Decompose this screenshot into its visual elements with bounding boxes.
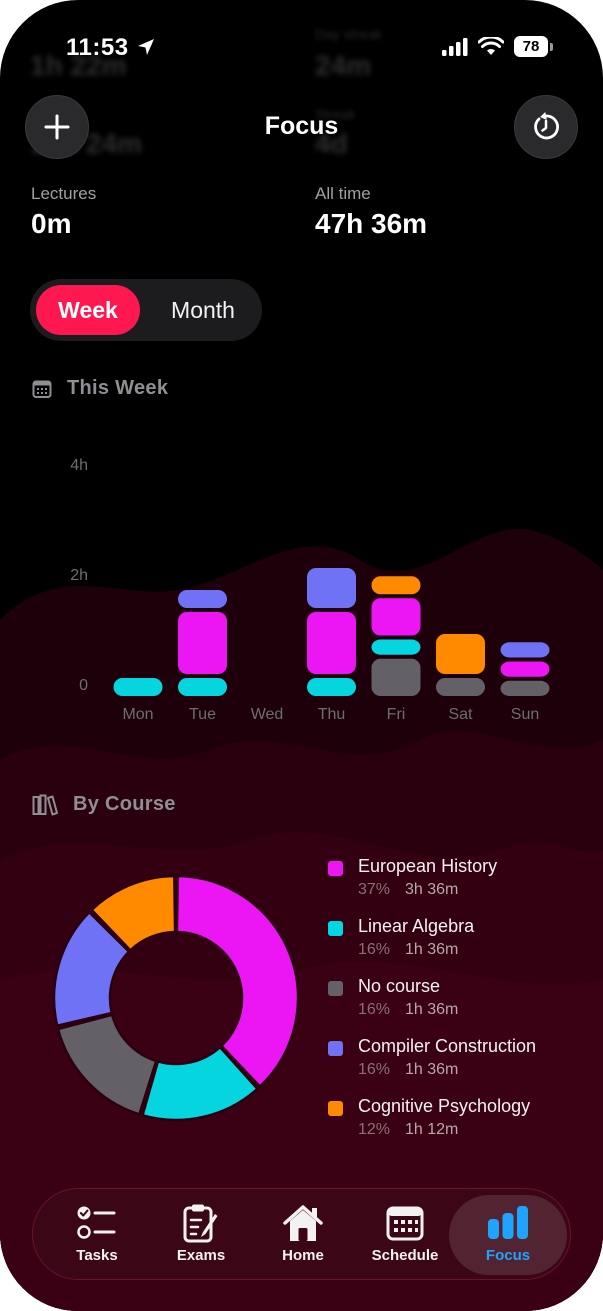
legend-duration: 1h 36m [405,1061,459,1078]
legend-swatch [328,1101,343,1116]
legend-item: Linear Algebra 16% 1h 36m [328,916,588,976]
bar-segment [500,680,550,696]
home-icon [283,1205,323,1241]
ghost-stat-value: 24m [315,50,372,81]
bar-segment [371,576,421,595]
legend-swatch [328,1041,343,1056]
segment-month[interactable]: Month [148,285,258,335]
legend-percent: 12% [358,1121,391,1138]
legend-course-name: Compiler Construction [358,1036,537,1056]
tab-exams[interactable]: Exams [149,1195,253,1275]
donut-slice [175,874,300,1088]
period-segmented-control: Week Month [30,279,262,341]
bar-segment [307,568,356,608]
course-legend: European History 37% 3h 36m Linear Algeb… [328,856,588,1156]
tasks-icon [77,1206,116,1239]
tab-label: Tasks [76,1247,118,1264]
page-title: Focus [264,112,339,140]
legend-duration: 1h 36m [405,1001,459,1018]
section-title-this-week: This Week [67,377,169,399]
segment-week[interactable]: Week [36,285,140,335]
stat-value-lectures: 0m [31,208,72,239]
legend-course-name: European History [358,856,498,876]
course-donut-chart [52,874,300,1122]
legend-percent: 16% [358,941,391,958]
schedule-icon [386,1206,424,1241]
donut-slice [56,1013,158,1116]
legend-item: No course 16% 1h 36m [328,976,588,1036]
legend-course-name: Cognitive Psychology [358,1096,531,1116]
x-tick-label: Tue [189,706,216,723]
legend-duration: 1h 12m [405,1121,459,1138]
status-time: 11:53 [66,34,129,61]
status-indicators: 78 [442,36,553,57]
legend-swatch [328,981,343,996]
bar-segment [307,678,356,696]
legend-percent: 16% [358,1061,391,1078]
x-tick-label: Wed [251,706,284,723]
tab-home[interactable]: Home [251,1195,355,1275]
bar-chart-icon [488,1206,528,1239]
bar-segment [436,634,485,674]
legend-course-name: No course [358,976,441,996]
focus-screen: 1h 22m Day streak 24m 10h 24m Streak 4d … [0,0,603,1311]
legend-course-name: Linear Algebra [358,916,475,936]
wifi-icon [478,37,504,55]
bar-segment [371,639,421,655]
tab-label: Home [282,1247,324,1264]
bar-segment [500,642,550,658]
x-tick-label: Sun [511,706,539,723]
y-tick-label: 2h [70,567,88,584]
location-arrow-icon [138,39,154,55]
cellular-signal-icon [442,37,468,56]
calendar-icon [32,380,52,398]
legend-item: European History 37% 3h 36m [328,856,588,916]
tab-focus[interactable]: Focus [449,1195,567,1275]
bar-segment [178,678,227,696]
legend-percent: 37% [358,881,391,898]
legend-item: Cognitive Psychology 12% 1h 12m [328,1096,588,1156]
bar-segment [113,678,163,696]
x-tick-label: Fri [387,706,406,723]
legend-percent: 16% [358,1001,391,1018]
tab-schedule[interactable]: Schedule [353,1195,457,1275]
tab-label: Focus [485,1247,531,1264]
bar-segment [178,612,227,674]
legend-swatch [328,921,343,936]
weekly-focus-chart: 4h 2h 0 Mon Tue Wed Thu Fri Sat Sun [70,457,550,723]
battery-level: 78 [514,36,548,57]
x-tick-label: Thu [318,706,346,723]
x-tick-label: Mon [122,706,153,723]
tab-label: Schedule [371,1247,439,1264]
legend-duration: 1h 36m [405,941,459,958]
ghost-stat-label: Day streak [315,26,382,42]
bar-segment [307,612,356,674]
reset-icon [534,112,559,140]
bar-segment [436,678,485,696]
section-title-by-course: By Course [73,793,176,815]
stat-label-all-time: All time [315,184,371,203]
battery-icon: 78 [514,36,553,57]
x-tick-label: Sat [448,706,473,723]
exam-clipboard-icon [183,1204,218,1243]
tab-tasks[interactable]: Tasks [45,1195,149,1275]
y-tick-label: 0 [79,677,88,694]
bar-segment [178,590,227,608]
bar-segment [371,658,421,696]
legend-swatch [328,861,343,876]
bar-segment [500,661,550,677]
stat-value-all-time: 47h 36m [315,208,428,239]
tab-label: Exams [176,1247,226,1264]
stat-label-lectures: Lectures [31,184,97,203]
books-icon [32,794,58,816]
legend-duration: 3h 36m [405,881,459,898]
y-tick-label: 4h [70,457,88,474]
tab-bar: Tasks Exams Home Schedule Focus [32,1188,571,1280]
legend-item: Compiler Construction 16% 1h 36m [328,1036,588,1096]
bar-segment [371,598,421,636]
reset-button[interactable] [514,95,578,159]
